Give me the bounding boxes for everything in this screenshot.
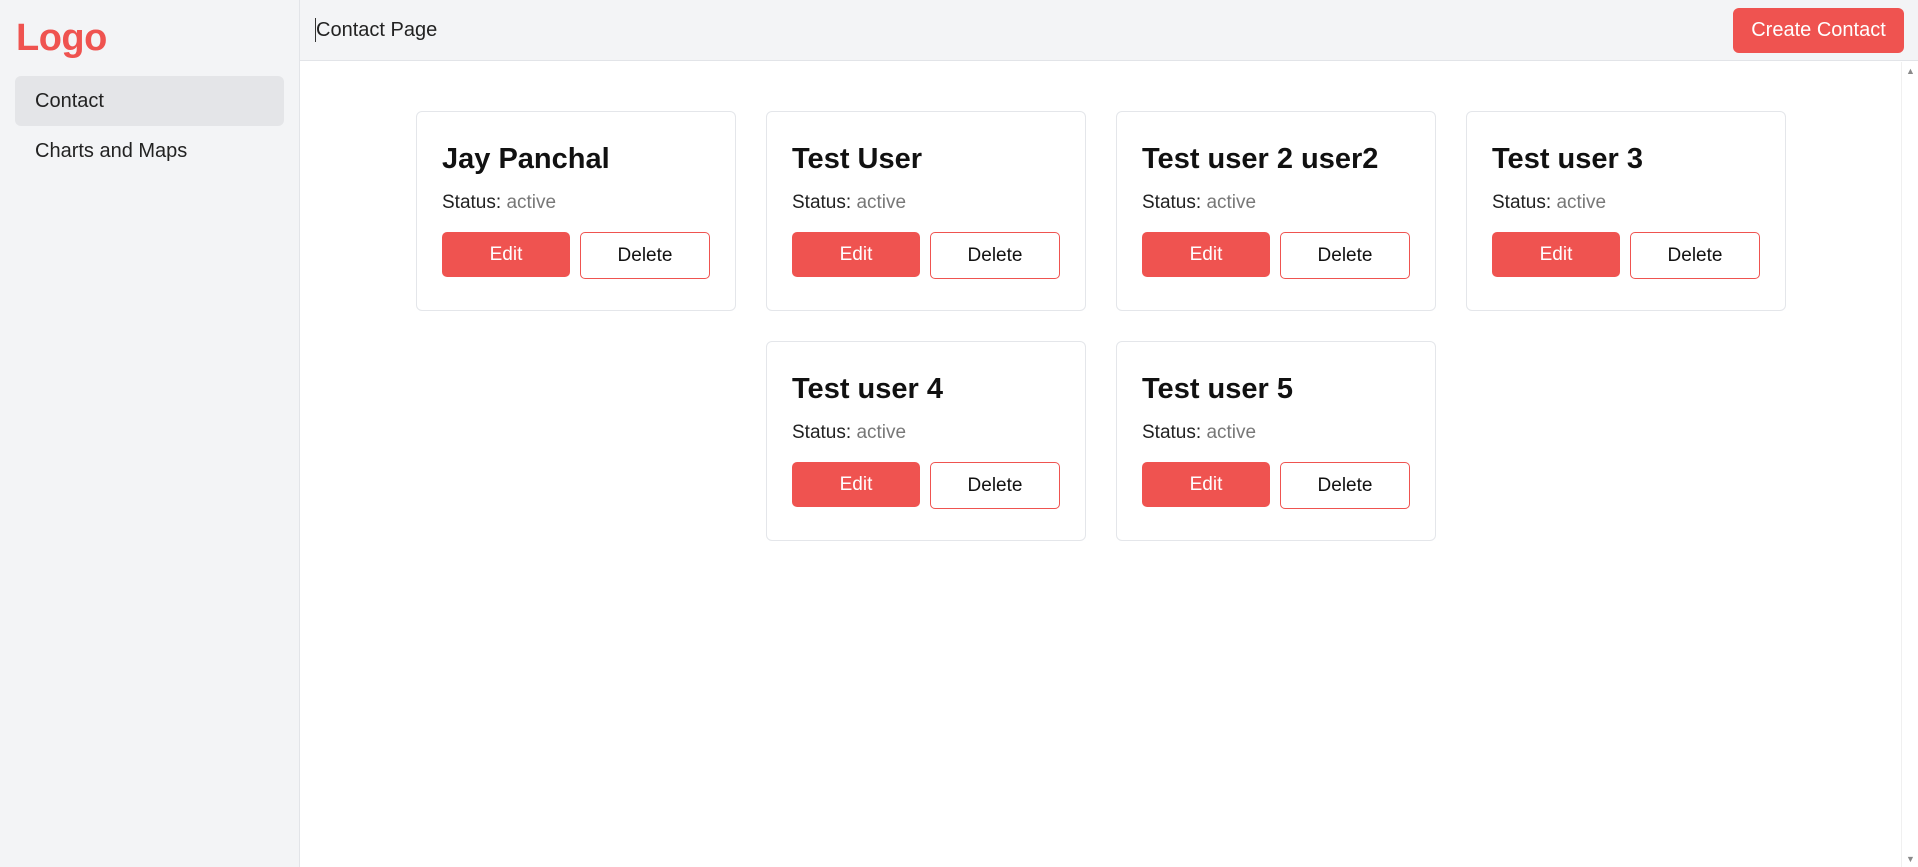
delete-button[interactable]: Delete: [930, 232, 1060, 279]
delete-button[interactable]: Delete: [1630, 232, 1760, 279]
edit-button[interactable]: Edit: [792, 462, 920, 507]
edit-button[interactable]: Edit: [1142, 462, 1270, 507]
page-title: Contact Page: [315, 18, 438, 42]
contact-card: Test User Status: active Edit Delete: [766, 111, 1086, 311]
main-area: Contact Page Create Contact Jay Panchal …: [300, 0, 1918, 867]
card-actions: Edit Delete: [442, 232, 710, 279]
card-actions: Edit Delete: [1142, 232, 1410, 279]
status-value: active: [856, 422, 907, 443]
status-value: active: [856, 192, 907, 213]
scroll-up-arrow-icon[interactable]: ▲: [1902, 62, 1918, 79]
sidebar-item-label: Charts and Maps: [35, 139, 188, 162]
status-label: Status:: [1142, 192, 1202, 213]
top-bar: Contact Page Create Contact: [300, 0, 1918, 61]
delete-button[interactable]: Delete: [580, 232, 710, 279]
status-value: active: [1556, 192, 1607, 213]
status-label: Status:: [1142, 422, 1202, 443]
delete-button[interactable]: Delete: [930, 462, 1060, 509]
app-root: Logo Contact Charts and Maps Contact Pag…: [0, 0, 1918, 867]
vertical-scrollbar[interactable]: ▲ ▼: [1901, 62, 1918, 867]
scroll-down-arrow-icon[interactable]: ▼: [1902, 850, 1918, 867]
edit-button[interactable]: Edit: [792, 232, 920, 277]
status-label: Status:: [792, 422, 852, 443]
contact-status: Status: active: [792, 190, 1060, 216]
status-value: active: [506, 192, 557, 213]
contact-name: Test user 4: [792, 373, 943, 405]
contact-name: Test user 5: [1142, 373, 1293, 405]
create-contact-button[interactable]: Create Contact: [1733, 7, 1904, 53]
edit-button[interactable]: Edit: [1492, 232, 1620, 277]
contact-card: Test user 3 Status: active Edit Delete: [1466, 111, 1786, 311]
card-actions: Edit Delete: [1142, 462, 1410, 509]
contact-name: Jay Panchal: [442, 143, 610, 175]
contact-card: Test user 2 user2 Status: active Edit De…: [1116, 111, 1436, 311]
contact-card: Test user 5 Status: active Edit Delete: [1116, 341, 1436, 541]
sidebar-item-label: Contact: [35, 89, 104, 112]
content-area: Jay Panchal Status: active Edit Delete T…: [300, 62, 1900, 867]
sidebar-item-contact[interactable]: Contact: [15, 76, 284, 126]
status-value: active: [1206, 192, 1257, 213]
status-label: Status:: [442, 192, 502, 213]
contact-card: Test user 4 Status: active Edit Delete: [766, 341, 1086, 541]
contact-name: Test user 3: [1492, 143, 1643, 175]
delete-button[interactable]: Delete: [1280, 232, 1410, 279]
delete-button[interactable]: Delete: [1280, 462, 1410, 509]
contact-status: Status: active: [442, 190, 710, 216]
contact-name: Test user 2 user2: [1142, 143, 1379, 175]
card-actions: Edit Delete: [792, 232, 1060, 279]
card-actions: Edit Delete: [1492, 232, 1760, 279]
status-value: active: [1206, 422, 1257, 443]
contact-status: Status: active: [792, 420, 1060, 446]
card-actions: Edit Delete: [792, 462, 1060, 509]
status-label: Status:: [1492, 192, 1552, 213]
contact-status: Status: active: [1142, 420, 1410, 446]
contact-name: Test User: [792, 143, 923, 175]
edit-button[interactable]: Edit: [1142, 232, 1270, 277]
logo: Logo: [16, 16, 107, 59]
status-label: Status:: [792, 192, 852, 213]
sidebar: Logo Contact Charts and Maps: [0, 0, 300, 867]
contact-status: Status: active: [1142, 190, 1410, 216]
edit-button[interactable]: Edit: [442, 232, 570, 277]
contact-card: Jay Panchal Status: active Edit Delete: [416, 111, 736, 311]
contact-status: Status: active: [1492, 190, 1760, 216]
contact-card-grid: Jay Panchal Status: active Edit Delete T…: [415, 111, 1787, 541]
sidebar-item-charts-and-maps[interactable]: Charts and Maps: [15, 126, 284, 176]
